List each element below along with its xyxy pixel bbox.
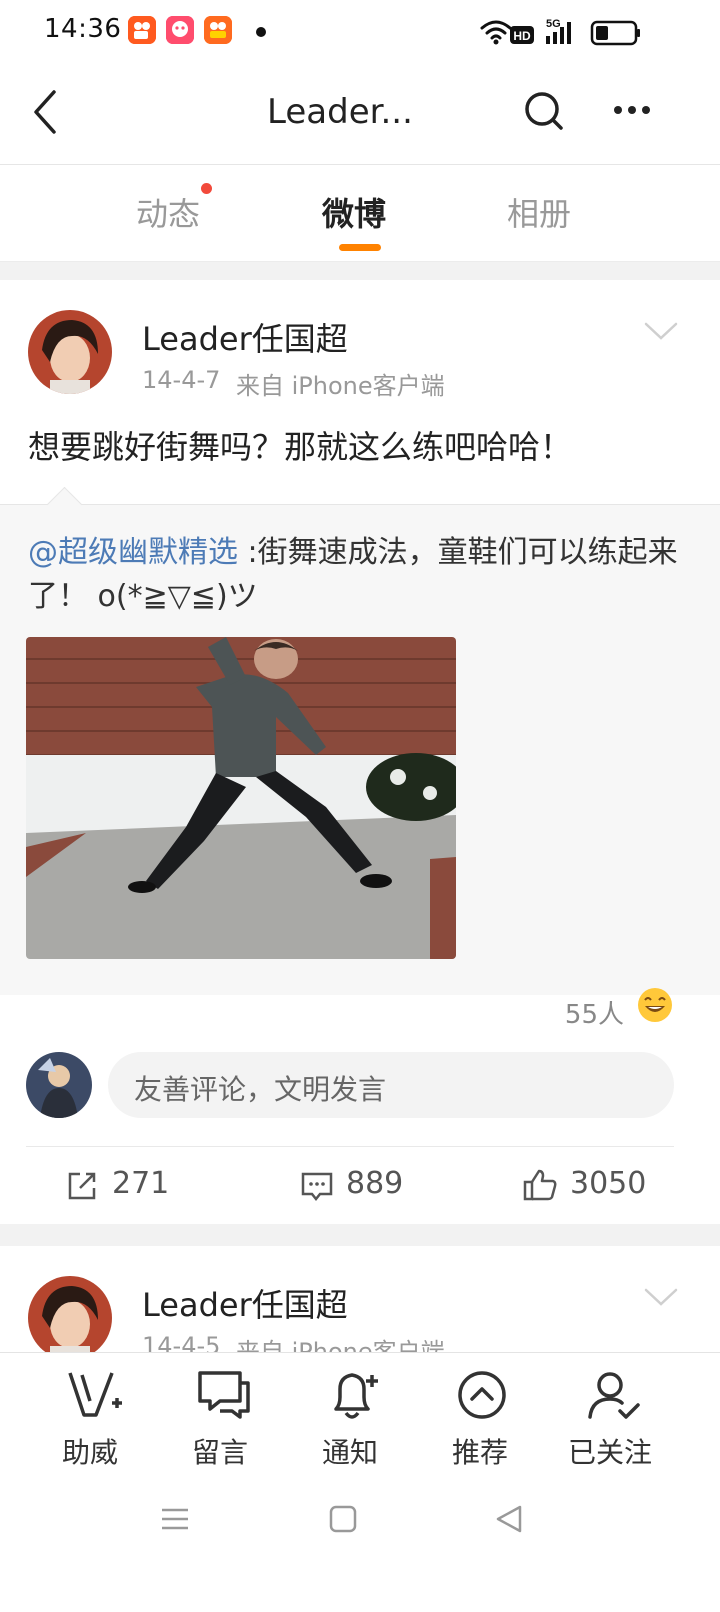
- repost-notch: [46, 486, 83, 523]
- tab-album[interactable]: 相册: [507, 189, 571, 235]
- bell-icon: [334, 1373, 378, 1419]
- like-count: 3050: [570, 1166, 647, 1201]
- search-button[interactable]: [522, 88, 566, 136]
- repost-image[interactable]: [26, 637, 456, 959]
- author-name[interactable]: Leader任国超: [142, 1280, 348, 1326]
- post-card: Leader任国超 14-4-5 来自 iPhone客户端: [0, 1246, 720, 1352]
- recommend-icon: [458, 1371, 506, 1419]
- mention-link[interactable]: @超级幽默精选: [28, 535, 238, 570]
- status-icons: HD 5G: [480, 14, 680, 50]
- wifi-icon: [480, 20, 512, 40]
- like-icon: [523, 1169, 557, 1201]
- post-menu-button[interactable]: [644, 320, 678, 342]
- chevron-down-icon: [644, 322, 678, 340]
- laugh-reaction-button[interactable]: [636, 986, 674, 1024]
- kuaishou-lite-app-icon: [204, 16, 232, 44]
- menu-icon: [162, 1508, 188, 1530]
- bottom-tab-label: 留言: [191, 1436, 248, 1469]
- system-status-icons: HD 5G: [480, 18, 640, 46]
- profile-tabs: 动态 微博 相册: [0, 165, 720, 262]
- post-source: 来自 iPhone客户端: [236, 372, 445, 400]
- repost-button[interactable]: 271: [66, 1164, 186, 1208]
- avatar-image: [28, 310, 112, 394]
- back-icon: [34, 90, 56, 134]
- tab-notification-dot: [201, 183, 212, 194]
- bottom-tab-label: 已关注: [567, 1436, 652, 1469]
- author-avatar[interactable]: [28, 1276, 112, 1352]
- repost-text: @超级幽默精选 :街舞速成法，童鞋们可以练起来了！ o(*≧▽≦)ツ: [28, 531, 698, 619]
- bottom-tab-cheer[interactable]: 助威: [30, 1353, 150, 1485]
- notification-dot-icon: [256, 27, 266, 37]
- signal-5g-icon: 5G: [546, 18, 571, 44]
- tab-weibo[interactable]: 微博: [322, 189, 386, 235]
- bottom-tab-label: 推荐: [451, 1436, 508, 1469]
- bottom-tab-followed[interactable]: 已关注: [550, 1353, 670, 1485]
- more-button[interactable]: [612, 98, 656, 122]
- chevron-down-icon: [644, 1288, 678, 1306]
- message-icon: [198, 1371, 250, 1419]
- post-menu-button[interactable]: [644, 1286, 678, 1308]
- post-date: 14-4-5: [142, 1332, 221, 1352]
- repost-count: 271: [112, 1166, 170, 1201]
- status-bar: 14:36 HD 5G: [0, 0, 720, 64]
- like-button[interactable]: 3050: [522, 1164, 652, 1208]
- post-text: 想要跳好街舞吗？那就这么练吧哈哈！: [28, 428, 573, 466]
- system-nav-bar: [0, 1484, 720, 1612]
- action-divider: [26, 1146, 674, 1147]
- comment-button[interactable]: 889: [300, 1164, 420, 1208]
- comment-count: 889: [346, 1166, 404, 1201]
- bottom-tab-message[interactable]: 留言: [160, 1353, 280, 1485]
- search-icon: [525, 92, 563, 130]
- bottom-tab-label: 通知: [321, 1436, 378, 1469]
- post-card: Leader任国超 14-4-7 来自 iPhone客户端 想要跳好街舞吗？那就…: [0, 280, 720, 1224]
- section-gap: [0, 1224, 720, 1246]
- hd-text: HD: [513, 29, 531, 43]
- street-dance-photo: [26, 637, 456, 959]
- repost-block[interactable]: @超级幽默精选 :街舞速成法，童鞋们可以练起来了！ o(*≧▽≦)ツ: [0, 486, 720, 995]
- kuaishou-app-icon: [128, 16, 156, 44]
- cheer-icon: [68, 1372, 122, 1417]
- comment-placeholder: 友善评论，文明发言: [134, 1073, 387, 1106]
- back-button[interactable]: [24, 86, 68, 138]
- bottom-tab-label: 助威: [61, 1436, 118, 1469]
- laugh-emoji-icon: [638, 988, 672, 1022]
- recent-apps-button[interactable]: [160, 1504, 190, 1534]
- post-source: 来自 iPhone客户端: [236, 1338, 445, 1352]
- section-gap: [0, 262, 720, 280]
- network-text: 5G: [546, 18, 561, 30]
- system-back-button[interactable]: [494, 1504, 524, 1534]
- followed-icon: [588, 1372, 640, 1419]
- page-title: Leader...: [267, 92, 413, 132]
- author-avatar[interactable]: [28, 310, 112, 394]
- home-button[interactable]: [328, 1504, 358, 1534]
- post-date: 14-4-7: [142, 366, 221, 394]
- nav-bar: Leader...: [0, 64, 720, 165]
- hd-icon: HD: [510, 26, 534, 44]
- triangle-back-icon: [496, 1505, 522, 1533]
- status-time: 14:36: [44, 14, 122, 44]
- battery-icon: [590, 20, 640, 46]
- active-tab-indicator: [339, 244, 381, 251]
- bottom-tab-bar: 助威 留言 通知 推荐 已关注: [0, 1352, 720, 1485]
- xiaohongshu-app-icon: [166, 16, 194, 44]
- author-name[interactable]: Leader任国超: [142, 314, 348, 360]
- bottom-tab-notify[interactable]: 通知: [290, 1353, 410, 1485]
- bottom-tab-recommend[interactable]: 推荐: [420, 1353, 540, 1485]
- home-icon: [329, 1505, 357, 1533]
- repost-icon: [68, 1172, 96, 1200]
- comment-input[interactable]: 友善评论，文明发言: [108, 1052, 674, 1118]
- comment-icon: [301, 1172, 333, 1202]
- my-avatar-image: [26, 1052, 92, 1118]
- reaction-count[interactable]: 55人: [565, 994, 624, 1031]
- tab-dynamics[interactable]: 动态: [136, 189, 200, 235]
- more-icon: [614, 106, 650, 114]
- my-avatar[interactable]: [26, 1052, 92, 1118]
- avatar-image: [28, 1276, 112, 1352]
